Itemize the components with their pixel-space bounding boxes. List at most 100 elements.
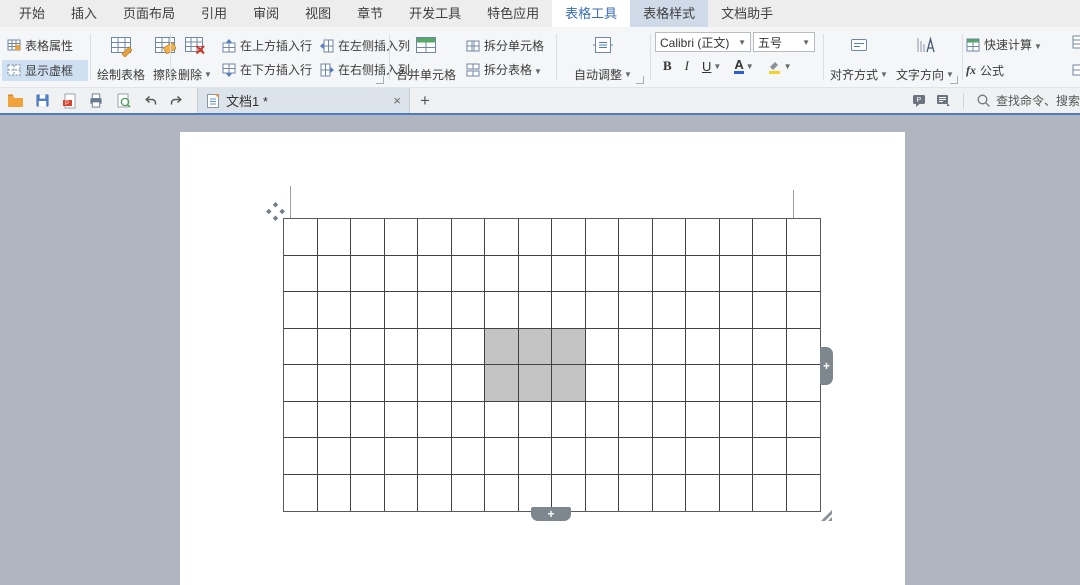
menu-tab[interactable]: 页面布局 bbox=[110, 0, 188, 27]
table-cell[interactable] bbox=[653, 256, 687, 293]
table-cell[interactable] bbox=[351, 475, 385, 512]
table-cell[interactable] bbox=[686, 256, 720, 293]
table-cell[interactable] bbox=[619, 475, 653, 512]
table-cell[interactable] bbox=[318, 256, 352, 293]
table-cell[interactable] bbox=[686, 292, 720, 329]
table-cell[interactable] bbox=[753, 438, 787, 475]
table-cell[interactable] bbox=[452, 438, 486, 475]
menu-tab[interactable]: 引用 bbox=[188, 0, 240, 27]
formula-button[interactable]: fx 公式 bbox=[966, 62, 1080, 79]
close-tab-icon[interactable]: × bbox=[393, 93, 401, 108]
table-cell[interactable] bbox=[418, 475, 452, 512]
open-folder-icon[interactable] bbox=[6, 92, 24, 110]
table-cell[interactable] bbox=[452, 219, 486, 256]
table-cell[interactable] bbox=[686, 365, 720, 402]
table-cell[interactable] bbox=[519, 365, 553, 402]
table-cell[interactable] bbox=[418, 256, 452, 293]
menu-tab[interactable]: 视图 bbox=[292, 0, 344, 27]
table-cell[interactable] bbox=[619, 329, 653, 366]
table-cell[interactable] bbox=[418, 329, 452, 366]
menu-tab[interactable]: 开始 bbox=[6, 0, 58, 27]
new-tab-button[interactable]: + bbox=[420, 88, 430, 113]
table-cell[interactable] bbox=[519, 475, 553, 512]
table-cell[interactable] bbox=[519, 219, 553, 256]
save-icon[interactable] bbox=[33, 92, 51, 110]
table-cell[interactable] bbox=[720, 402, 754, 439]
table-cell[interactable] bbox=[552, 438, 586, 475]
table-cell[interactable] bbox=[753, 402, 787, 439]
table-cell[interactable] bbox=[787, 475, 821, 512]
add-row-handle[interactable]: + bbox=[531, 507, 571, 521]
table-cell[interactable] bbox=[720, 256, 754, 293]
table-cell[interactable] bbox=[418, 219, 452, 256]
table-cell[interactable] bbox=[385, 402, 419, 439]
table-cell[interactable] bbox=[351, 402, 385, 439]
table-cell[interactable] bbox=[485, 475, 519, 512]
export-pdf-icon[interactable]: P bbox=[60, 92, 78, 110]
auto-fit-button[interactable]: 自动调整▼ bbox=[570, 27, 636, 88]
auto-fit-dialog-launcher[interactable] bbox=[636, 76, 644, 84]
table-cell[interactable] bbox=[485, 219, 519, 256]
table-cell[interactable] bbox=[686, 329, 720, 366]
table-cell[interactable] bbox=[485, 438, 519, 475]
table-cell[interactable] bbox=[686, 475, 720, 512]
text-direction-button[interactable]: 文字方向▼ bbox=[892, 27, 958, 88]
table-cell[interactable] bbox=[385, 438, 419, 475]
table-cell[interactable] bbox=[653, 402, 687, 439]
table-cell[interactable] bbox=[653, 219, 687, 256]
table-cell[interactable] bbox=[552, 329, 586, 366]
split-table-button[interactable]: 拆分表格▼ bbox=[466, 61, 544, 78]
font-name-select[interactable]: Calibri (正文)▼ bbox=[655, 32, 751, 52]
table-cell[interactable] bbox=[720, 219, 754, 256]
table-cell[interactable] bbox=[284, 219, 318, 256]
table-properties-button[interactable]: 表格属性 bbox=[2, 35, 88, 56]
table-cell[interactable] bbox=[787, 256, 821, 293]
table-cell[interactable] bbox=[619, 219, 653, 256]
highlight-button[interactable]: ▼ bbox=[767, 59, 792, 74]
table-cell[interactable] bbox=[586, 438, 620, 475]
table-cell[interactable] bbox=[586, 365, 620, 402]
menu-tab[interactable]: 审阅 bbox=[240, 0, 292, 27]
table-cell[interactable] bbox=[452, 475, 486, 512]
table-cell[interactable] bbox=[318, 475, 352, 512]
table-cell[interactable] bbox=[586, 219, 620, 256]
menu-tab[interactable]: 特色应用 bbox=[474, 0, 552, 27]
table-cell[interactable] bbox=[619, 292, 653, 329]
table-cell[interactable] bbox=[619, 256, 653, 293]
table-cell[interactable] bbox=[519, 438, 553, 475]
table-cell[interactable] bbox=[653, 292, 687, 329]
table-cell[interactable] bbox=[385, 329, 419, 366]
undo-icon[interactable] bbox=[141, 92, 159, 110]
draw-table-button[interactable]: 绘制表格 bbox=[93, 27, 149, 88]
menu-tab[interactable]: 开发工具 bbox=[396, 0, 474, 27]
table-cell[interactable] bbox=[485, 402, 519, 439]
table-cell[interactable] bbox=[720, 438, 754, 475]
italic-button[interactable]: I bbox=[685, 58, 689, 74]
comment-icon[interactable]: P bbox=[912, 94, 926, 107]
table-cell[interactable] bbox=[385, 256, 419, 293]
clipped-ribbon-icon[interactable] bbox=[1072, 35, 1080, 49]
table-cell[interactable] bbox=[385, 365, 419, 402]
notes-icon[interactable] bbox=[936, 94, 951, 107]
table-cell[interactable] bbox=[586, 402, 620, 439]
table-cell[interactable] bbox=[586, 475, 620, 512]
table-cell[interactable] bbox=[351, 329, 385, 366]
table-cell[interactable] bbox=[753, 475, 787, 512]
text-direction-dialog-launcher[interactable] bbox=[950, 76, 958, 84]
menu-tab[interactable]: 表格样式 bbox=[630, 0, 708, 27]
table-cell[interactable] bbox=[552, 292, 586, 329]
font-size-select[interactable]: 五号▼ bbox=[753, 32, 815, 52]
table-cell[interactable] bbox=[552, 256, 586, 293]
table-cell[interactable] bbox=[485, 292, 519, 329]
table-cell[interactable] bbox=[787, 365, 821, 402]
table-cell[interactable] bbox=[351, 365, 385, 402]
table-cell[interactable] bbox=[720, 365, 754, 402]
delete-button[interactable]: 删除▼ bbox=[174, 27, 216, 88]
table-cell[interactable] bbox=[284, 365, 318, 402]
table-cell[interactable] bbox=[385, 475, 419, 512]
split-cells-button[interactable]: 拆分单元格 bbox=[466, 37, 544, 54]
table-cell[interactable] bbox=[519, 292, 553, 329]
underline-button[interactable]: U▼ bbox=[702, 59, 721, 74]
table-cell[interactable] bbox=[787, 402, 821, 439]
table-cell[interactable] bbox=[318, 219, 352, 256]
